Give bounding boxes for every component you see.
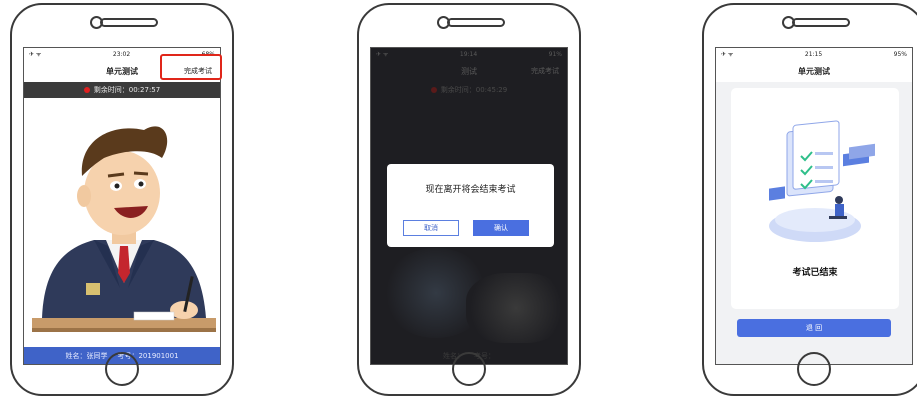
status-icons: ✈ ᯤ	[721, 51, 734, 58]
dialog-message: 现在离开将会结束考试	[425, 185, 516, 195]
result-card: 考试已结束	[731, 88, 899, 309]
home-button[interactable]	[452, 352, 486, 386]
remaining-time: 剩余时间：00:27:57	[93, 86, 161, 94]
exam-screen: ✈ ᯤ 23:02 68% 单元测试 完成考试 剩余时间：00:27:57 姓名…	[23, 47, 221, 365]
record-dot-icon	[83, 87, 90, 93]
confirm-dialog: 现在离开将会结束考试 取消 确认	[387, 164, 554, 247]
leave-confirm-screen: ✈ ᯤ 19:14 91% 测试 完成考试 剩余时间：00:45:29 姓名： …	[370, 47, 568, 365]
student-name: 姓名：张同学	[65, 351, 108, 360]
student-illustration	[32, 126, 216, 332]
status-time: 19:14	[459, 50, 478, 58]
status-bar: ✈ ᯤ 21:15 95%	[716, 48, 912, 60]
back-button[interactable]: 退 回	[737, 319, 891, 337]
nav-bar: 单元测试	[716, 60, 912, 82]
speaker	[447, 18, 505, 27]
status-battery: 91%	[548, 50, 562, 58]
exam-finished-screen: ✈ ᯤ 21:15 95% 单元测试 考试已结束 退 回	[715, 47, 913, 365]
record-dot-icon	[430, 87, 437, 93]
finish-button-highlight	[160, 54, 222, 80]
status-time: 23:02	[112, 50, 131, 58]
timer-bar: 剩余时间：00:27:57	[24, 82, 220, 98]
page-title: 单元测试	[106, 66, 138, 76]
home-button[interactable]	[105, 352, 139, 386]
timer-bar: 剩余时间：00:45:29	[371, 82, 567, 98]
speaker	[100, 18, 158, 27]
page-title: 单元测试	[798, 66, 830, 76]
remaining-time: 剩余时间：00:45:29	[440, 86, 508, 94]
status-icons: ✈ ᯤ	[376, 51, 389, 58]
nav-bar: 测试 完成考试	[371, 60, 567, 82]
phone-frame-2: ✈ ᯤ 19:14 91% 测试 完成考试 剩余时间：00:45:29 姓名： …	[357, 3, 581, 396]
page-title: 测试	[461, 66, 477, 76]
badge-icon	[86, 283, 100, 295]
finish-exam-button[interactable]: 完成考试	[531, 66, 559, 76]
cancel-button[interactable]: 取消	[403, 220, 459, 236]
confirm-button[interactable]: 确认	[473, 220, 529, 236]
camera-preview-shape	[466, 273, 566, 343]
speaker	[792, 18, 850, 27]
status-bar: ✈ ᯤ 19:14 91%	[371, 48, 567, 60]
home-button[interactable]	[797, 352, 831, 386]
exam-finished-text: 考试已结束	[792, 268, 838, 278]
status-icons: ✈ ᯤ	[29, 51, 42, 58]
status-time: 21:15	[804, 50, 823, 58]
exam-complete-illustration	[769, 120, 875, 242]
status-battery: 95%	[893, 50, 907, 58]
phone-frame-3: ✈ ᯤ 21:15 95% 单元测试 考试已结束 退 回	[702, 3, 917, 396]
